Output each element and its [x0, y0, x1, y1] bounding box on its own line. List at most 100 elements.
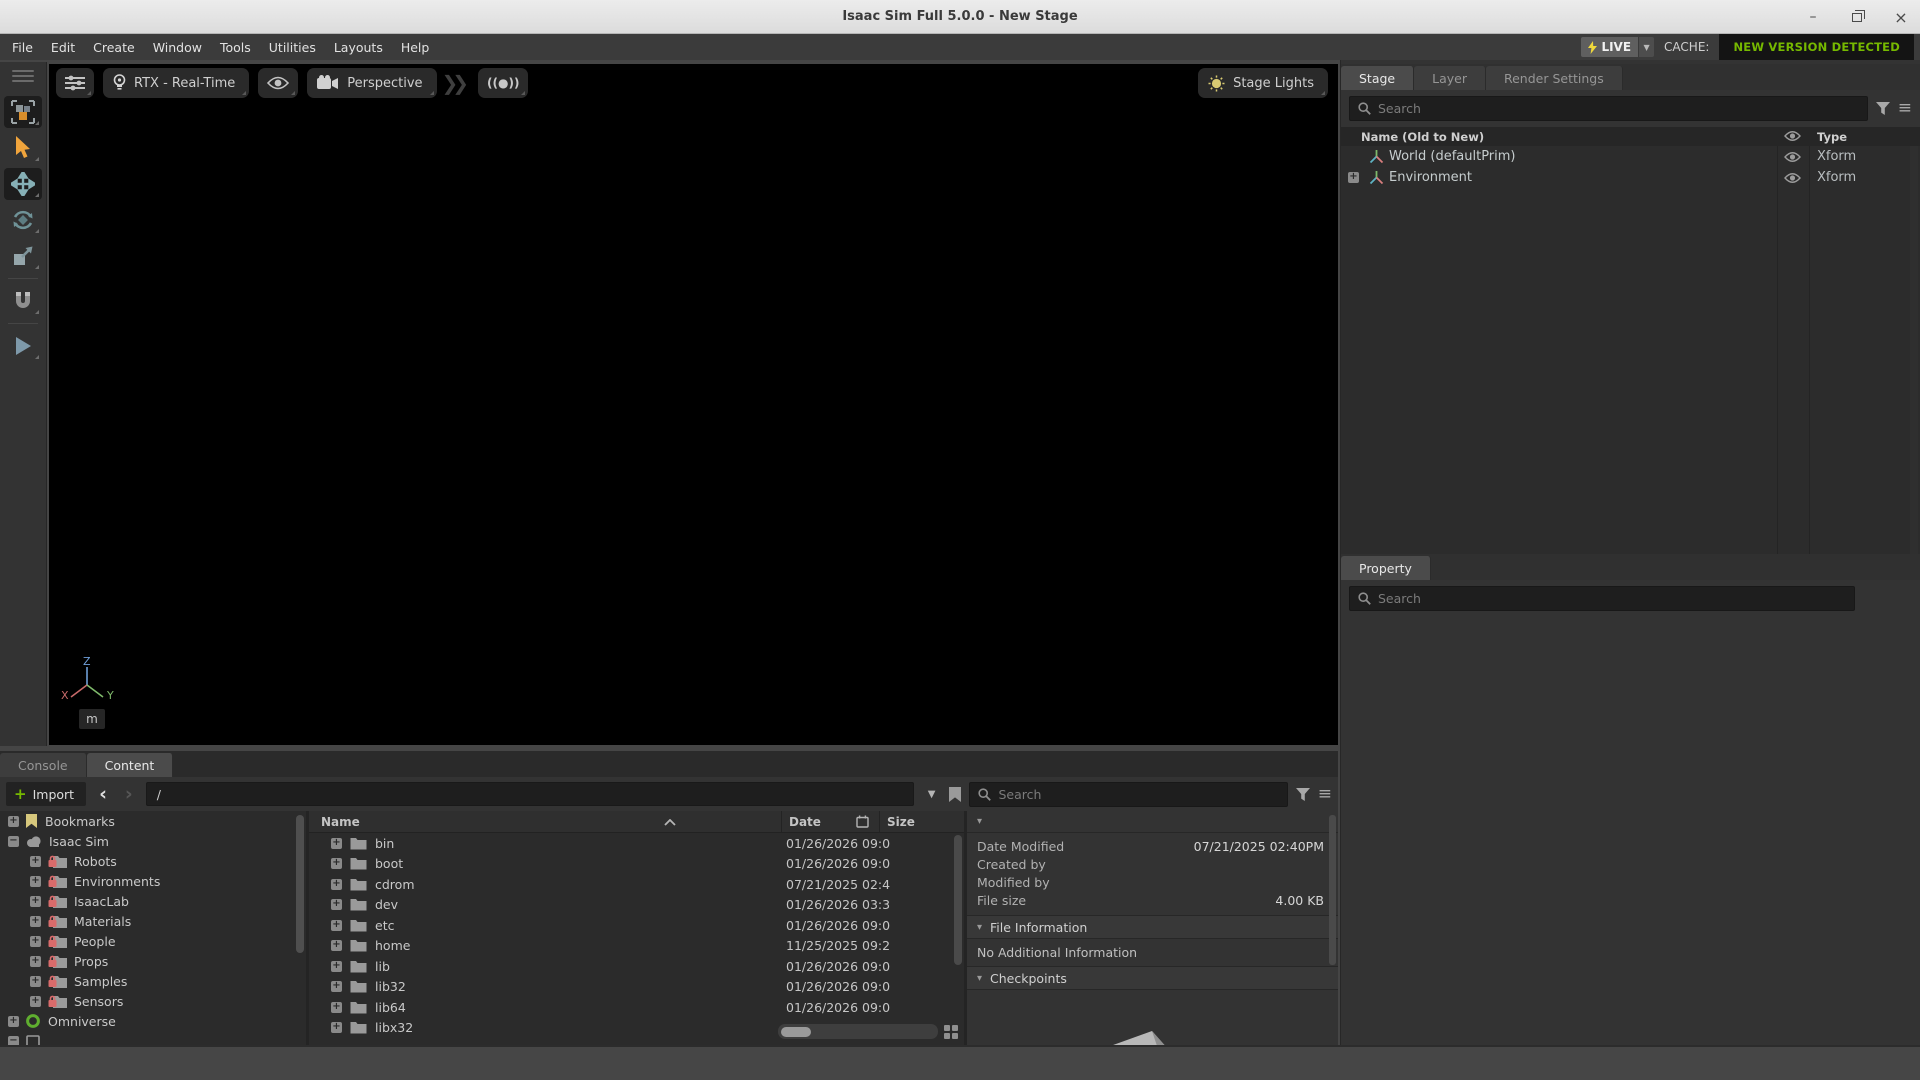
property-search-input[interactable]: [1378, 591, 1846, 606]
column-name[interactable]: Name (Old to New): [1361, 130, 1484, 144]
stage-lights-button[interactable]: Stage Lights: [1198, 68, 1328, 98]
tree-item-isaac-sim[interactable]: − Isaac Sim: [0, 831, 306, 851]
close-button[interactable]: ×: [1892, 8, 1910, 26]
prim-name[interactable]: World (defaultPrim): [1389, 149, 1516, 164]
options-menu-icon[interactable]: ≡: [1898, 100, 1912, 117]
file-row-cdrom[interactable]: + cdrom 07/21/2025 02:4: [309, 874, 964, 895]
tab-layer[interactable]: Layer: [1414, 66, 1486, 90]
toolbar-overflow-chevrons[interactable]: ❯❯: [442, 71, 464, 95]
expand-toggle[interactable]: +: [331, 981, 342, 992]
expand-toggle[interactable]: +: [331, 858, 342, 869]
rotate-tool-button[interactable]: [4, 204, 42, 236]
menu-window[interactable]: Window: [153, 40, 202, 55]
column-date[interactable]: Date: [789, 815, 821, 829]
expand-toggle[interactable]: +: [331, 961, 342, 972]
menu-utilities[interactable]: Utilities: [269, 40, 316, 55]
back-button[interactable]: ‹: [94, 783, 112, 805]
tab-console[interactable]: Console: [0, 753, 87, 777]
expand-toggle[interactable]: +: [331, 920, 342, 931]
menu-layouts[interactable]: Layouts: [334, 40, 383, 55]
expand-toggle[interactable]: +: [8, 1016, 19, 1027]
stage-tree-header[interactable]: Name (Old to New) Type: [1341, 127, 1920, 146]
details-scrollbar[interactable]: [1329, 815, 1336, 965]
stage-scrollbar[interactable]: [1910, 146, 1918, 556]
tree-scrollbar[interactable]: [296, 815, 304, 953]
stage-row-world[interactable]: World (defaultPrim) Xform: [1341, 146, 1920, 167]
stage-search-input[interactable]: [1378, 101, 1859, 116]
file-row-etc[interactable]: + etc 01/26/2026 09:0: [309, 915, 964, 936]
expand-toggle[interactable]: +: [30, 996, 41, 1007]
expand-toggle[interactable]: +: [30, 856, 41, 867]
select-prims-tool-button[interactable]: [4, 96, 42, 128]
tree-item-environments[interactable]: + Environments: [0, 871, 306, 891]
file-row-lib32[interactable]: + lib32 01/26/2026 09:0: [309, 977, 964, 998]
expand-toggle[interactable]: +: [331, 940, 342, 951]
content-search-box[interactable]: [969, 782, 1287, 807]
menu-file[interactable]: File: [12, 40, 33, 55]
tree-item-samples[interactable]: + Samples: [0, 971, 306, 991]
expand-toggle[interactable]: +: [30, 956, 41, 967]
import-button[interactable]: + Import: [6, 782, 86, 806]
tab-render-settings[interactable]: Render Settings: [1486, 66, 1623, 90]
menu-create[interactable]: Create: [93, 40, 135, 55]
property-search-box[interactable]: [1349, 586, 1855, 611]
checkpoints-section-header[interactable]: ▾ Checkpoints: [967, 966, 1338, 990]
file-row-lib64[interactable]: + lib64 01/26/2026 09:0: [309, 997, 964, 1018]
broadcast-button[interactable]: ((●)): [478, 68, 528, 98]
live-sync-button[interactable]: LIVE: [1581, 37, 1638, 57]
expand-toggle[interactable]: +: [8, 816, 19, 827]
tree-item-sensors[interactable]: + Sensors: [0, 991, 306, 1011]
eye-icon[interactable]: [1784, 172, 1801, 184]
expand-toggle[interactable]: +: [331, 1002, 342, 1013]
expand-toggle[interactable]: +: [30, 896, 41, 907]
tree-item-isaaclab[interactable]: + IsaacLab: [0, 891, 306, 911]
file-row-home[interactable]: + home 11/25/2025 09:2: [309, 936, 964, 957]
prim-name[interactable]: Environment: [1389, 170, 1472, 185]
snap-tool-button[interactable]: [4, 285, 42, 317]
grid-view-icon[interactable]: [944, 1025, 958, 1039]
file-row-bin[interactable]: + bin 01/26/2026 09:0: [309, 833, 964, 854]
options-menu-icon[interactable]: ≡: [1318, 786, 1332, 803]
file-list-scrollbar[interactable]: [954, 835, 962, 965]
column-name[interactable]: Name: [321, 815, 360, 829]
tree-item-people[interactable]: + People: [0, 931, 306, 951]
tree-item-robots[interactable]: + Robots: [0, 851, 306, 871]
calendar-icon[interactable]: [856, 815, 869, 828]
expand-toggle[interactable]: +: [331, 879, 342, 890]
live-dropdown-button[interactable]: ▼: [1638, 37, 1654, 57]
file-information-section-header[interactable]: ▾ File Information: [967, 915, 1338, 939]
menu-tools[interactable]: Tools: [220, 40, 251, 55]
expand-toggle[interactable]: +: [30, 876, 41, 887]
column-type[interactable]: Type: [1817, 130, 1847, 144]
horizontal-scrollbar[interactable]: [778, 1024, 938, 1039]
viewport[interactable]: RTX - Real-Time Perspective ❯❯ ((●)): [49, 64, 1338, 745]
toolbar-grip-handle[interactable]: [12, 70, 34, 82]
tab-property[interactable]: Property: [1341, 556, 1431, 580]
move-tool-button[interactable]: [4, 168, 42, 200]
file-row-lib[interactable]: + lib 01/26/2026 09:0: [309, 956, 964, 977]
unit-indicator[interactable]: m: [79, 709, 105, 729]
expand-toggle[interactable]: +: [331, 838, 342, 849]
filter-icon[interactable]: [1296, 788, 1310, 801]
expand-toggle[interactable]: +: [30, 976, 41, 987]
sort-ascending-icon[interactable]: [664, 819, 676, 826]
expand-toggle[interactable]: +: [30, 936, 41, 947]
menu-help[interactable]: Help: [401, 40, 430, 55]
expand-toggle[interactable]: +: [1348, 172, 1359, 183]
tab-stage[interactable]: Stage: [1341, 66, 1414, 90]
eye-icon[interactable]: [1784, 151, 1801, 163]
menu-edit[interactable]: Edit: [51, 40, 75, 55]
expand-toggle[interactable]: +: [331, 899, 342, 910]
stage-row-environment[interactable]: + Environment Xform: [1341, 167, 1920, 188]
play-button[interactable]: [4, 330, 42, 362]
render-mode-button[interactable]: RTX - Real-Time: [103, 68, 249, 98]
content-search-input[interactable]: [998, 787, 1278, 802]
tree-item-bookmarks[interactable]: + Bookmarks: [0, 811, 306, 831]
forward-button[interactable]: ›: [120, 783, 138, 805]
expand-toggle[interactable]: +: [30, 916, 41, 927]
file-row-boot[interactable]: + boot 01/26/2026 09:0: [309, 854, 964, 875]
viewport-settings-button[interactable]: [56, 68, 94, 98]
restore-button[interactable]: [1848, 8, 1866, 26]
column-size[interactable]: Size: [887, 815, 915, 829]
minimize-button[interactable]: –: [1804, 8, 1822, 26]
